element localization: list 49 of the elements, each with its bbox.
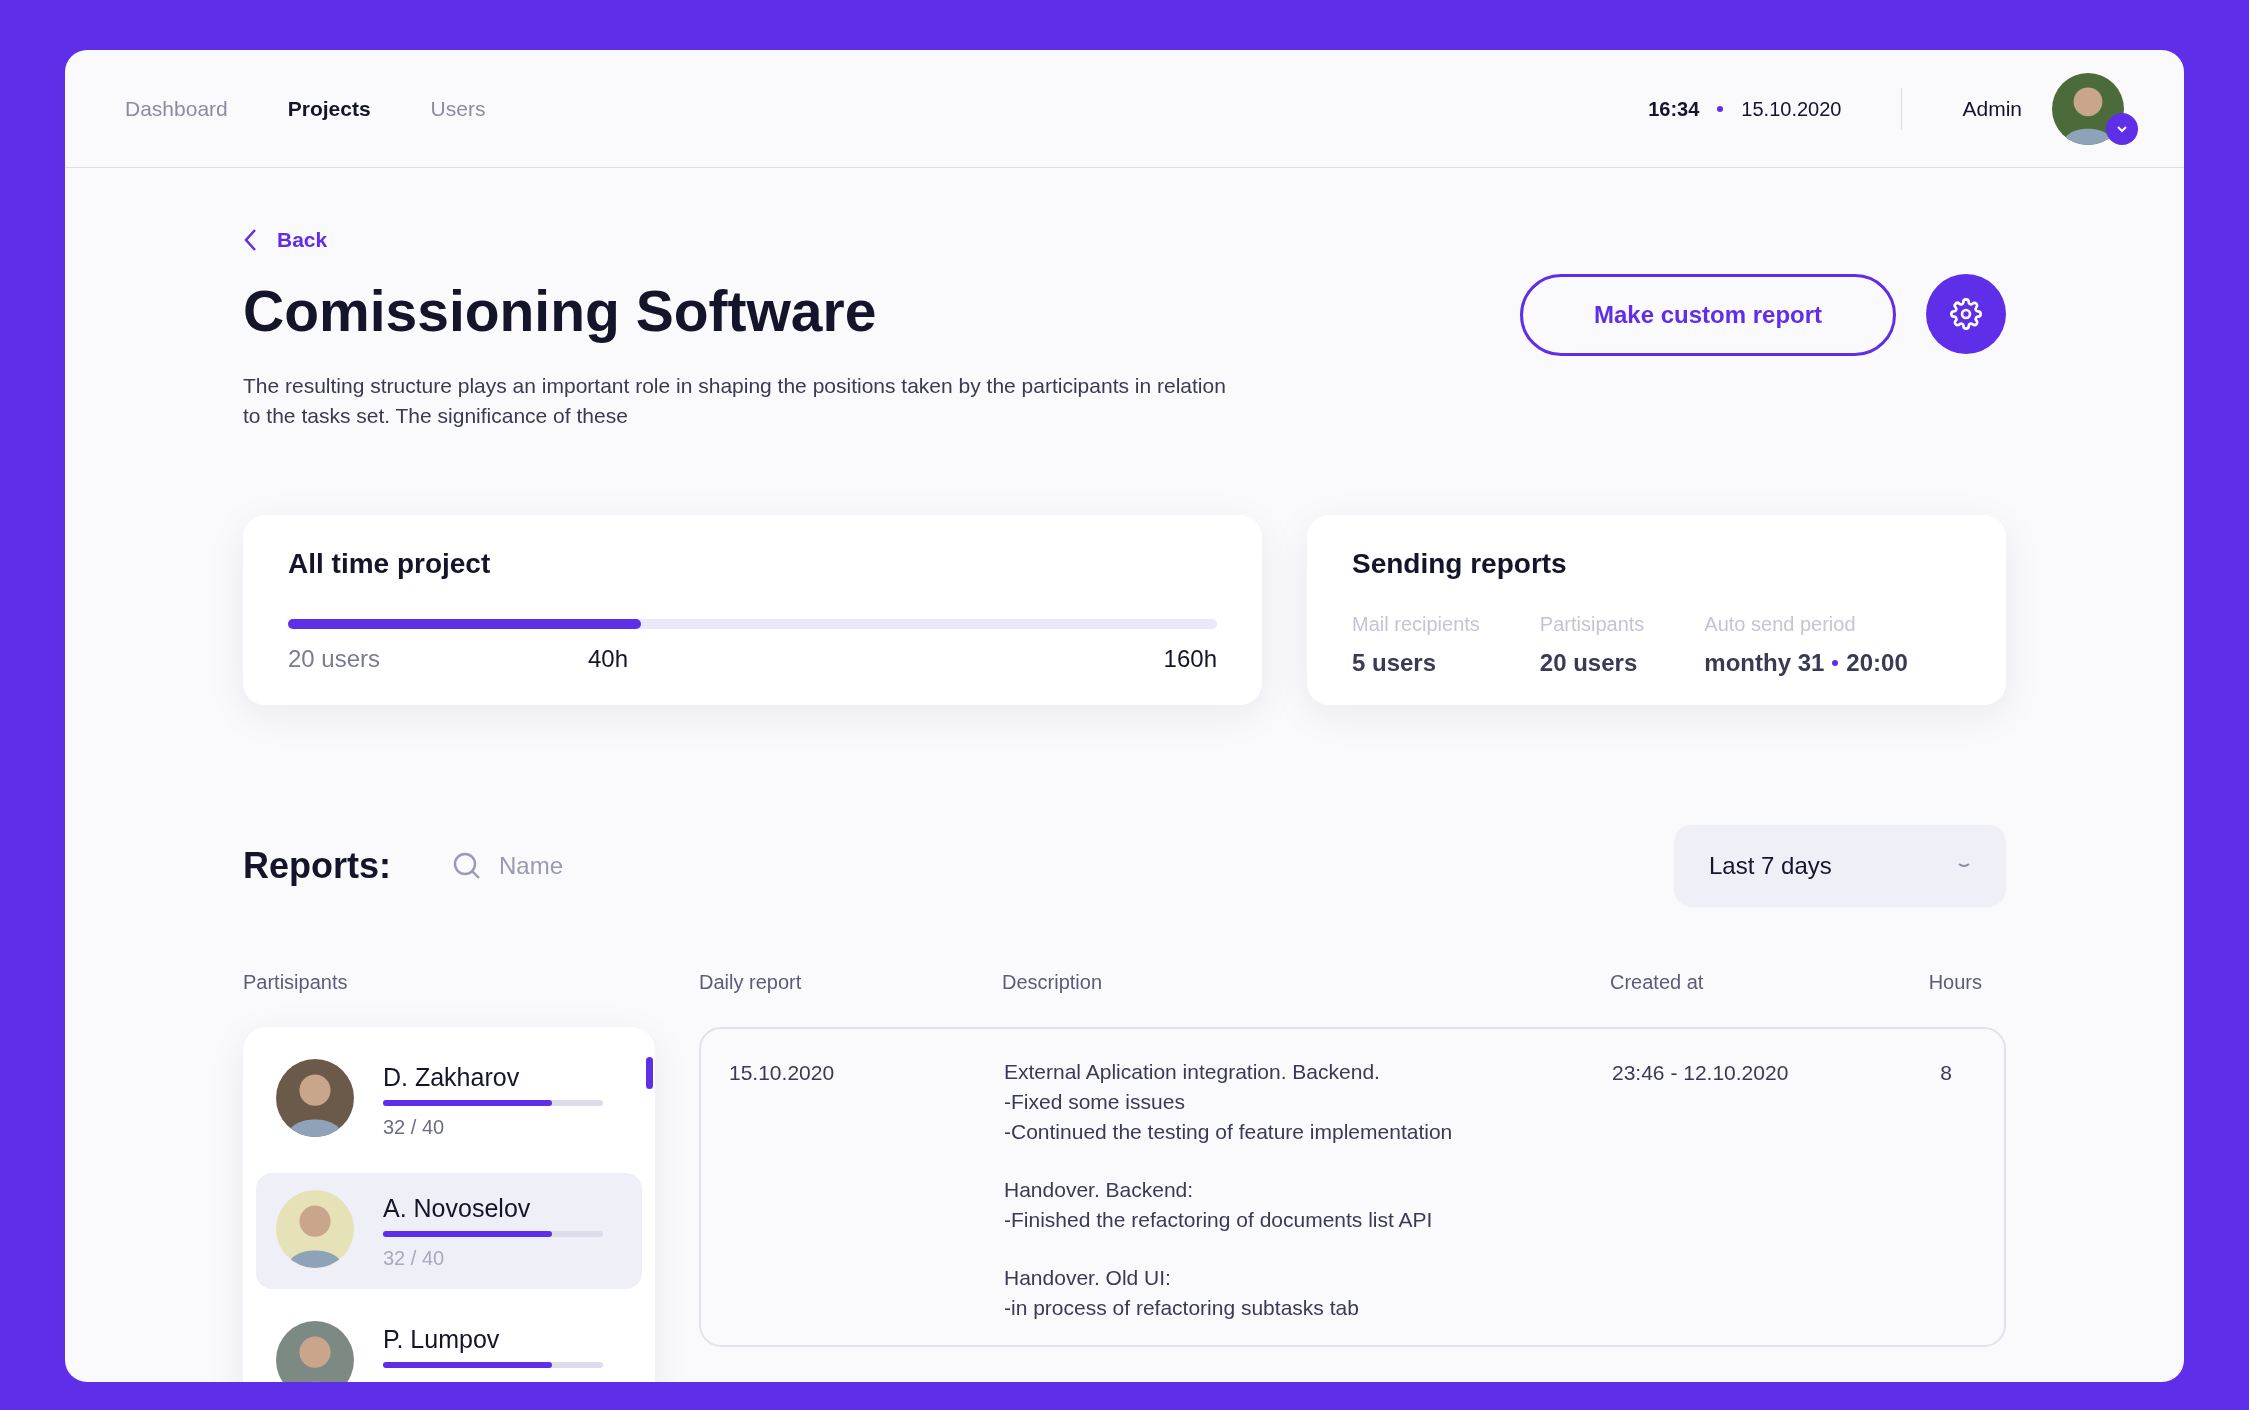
column-header: Daily report [699,969,803,995]
column-header: Partisipants [243,969,349,995]
spent-hours: 40h [588,643,629,674]
time-text: 16:34 [1648,96,1700,122]
description-line: Handover. Backend: [1004,1176,1195,1203]
page-title: Comissioning Software [243,277,878,345]
period-dropdown[interactable]: Last 7 days [1674,824,2006,907]
nav-tab[interactable]: Projects [287,92,371,125]
field-value: 20:00 [1846,647,1908,678]
participant-name: P. Lumpov [383,1323,501,1355]
field-value: 5 users [1352,647,1437,678]
description-line: Handover. Old UI: [1004,1264,1172,1291]
description-line: -Continued the testing of feature implementation [1004,1118,1454,1145]
field-value: 20 users [1539,647,1638,678]
date-text: 15.10.2020 [1741,96,1842,122]
field-label: Mail recipients [1352,611,1480,637]
reports-title: Reports: [243,843,392,888]
total-hours: 160h [1163,643,1217,674]
participant-name: A. Novoselov [383,1192,532,1224]
report-date: 15.10.2020 [729,1059,836,1086]
description-line: -in process of refactoring subtasks tab [1004,1294,1360,1321]
participant-item[interactable]: A. Novoselov 32 / 40 [256,1172,642,1289]
scrollbar-thumb[interactable] [646,1056,653,1089]
field-value: monthy 31 [1704,647,1825,678]
column-header: Created at [1610,969,1705,995]
field-label: Auto send period [1704,611,1857,637]
participant-name: D. Zakharov [383,1061,521,1093]
created-at: 23:46 - 12.10.2020 [1612,1059,1790,1086]
column-header: Description [1002,969,1104,995]
description-line: External Aplication integration. Backend. [1004,1058,1381,1085]
back-link[interactable]: Back [243,224,2006,256]
report-hours: 8 [1940,1059,1953,1086]
description-line: -Finished the refactoring of documents list API [1004,1206,1434,1233]
hours-reading: 32 / 40 [383,1246,446,1272]
dropdown-icon[interactable] [2106,112,2138,145]
description-line: -Fixed some issues [1004,1088,1186,1115]
card-title: All time project [288,546,492,581]
user-name: Admin [1962,95,2022,122]
hours-reading: 32 / 40 [383,1115,446,1141]
field-label: Partisipants [1539,611,1645,637]
chevron-left-icon [243,227,257,252]
users-count: 20 users [288,643,382,674]
make-custom-report-button[interactable]: Make custom report [1520,273,1896,356]
column-header: Hours [1928,969,1983,995]
card-title: Sending reports [1352,546,1568,581]
settings-icon [1950,297,1982,330]
chevron-down-icon [1957,861,1971,870]
search-field[interactable]: Name [499,847,699,884]
project-description: The resulting structure plays an important role in shaping the positions taken by the participants in relation to the tasks set. The significance of these [243,372,1227,429]
